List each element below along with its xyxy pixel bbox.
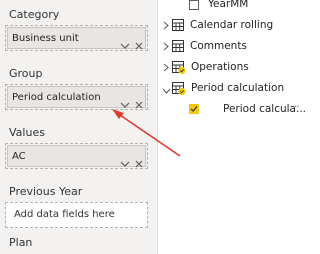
yearmm-checkbox[interactable] [189, 0, 199, 10]
field-item-period-calculation[interactable]: Period calcula... ··· [158, 101, 306, 119]
group-well-label: Group [9, 67, 43, 80]
plan-well-label: Plan [9, 236, 33, 249]
table-item-comments[interactable]: Comments [158, 38, 301, 56]
table-icon [172, 40, 184, 55]
values-well-label: Values [9, 126, 45, 139]
add-data-fields-placeholder: Add data fields here [14, 209, 115, 220]
chevron-right-icon[interactable] [163, 21, 169, 33]
period-calculation-checkbox[interactable] [189, 104, 199, 114]
table-icon [172, 19, 184, 34]
chevron-down-icon[interactable] [120, 35, 130, 54]
category-field-pill[interactable]: Business unit [7, 27, 146, 50]
values-field-name: AC [12, 151, 26, 162]
chevron-right-icon[interactable] [163, 42, 169, 54]
previous-year-well[interactable]: Add data fields here [5, 202, 148, 228]
table-label: Operations [191, 61, 249, 73]
visualization-wells-pane: Category Business unit Group Period calc… [0, 0, 157, 254]
field-label: YearMM [208, 0, 249, 10]
group-field-name: Period calculation [12, 92, 101, 103]
table-in-use-icon [172, 61, 187, 78]
table-label: Comments [190, 40, 247, 52]
remove-field-icon[interactable] [135, 153, 143, 172]
values-well[interactable]: AC [5, 143, 148, 169]
previous-year-well-label: Previous Year [9, 185, 83, 198]
table-label: Period calculation [191, 82, 285, 94]
table-in-use-icon [172, 82, 187, 99]
remove-field-icon[interactable] [135, 35, 143, 54]
more-options-icon[interactable]: ··· [292, 102, 299, 113]
table-item-period-calculation[interactable]: Period calculation [158, 80, 301, 98]
fields-tree-pane: YearMM Calendar rolling Comments Operati… [157, 0, 306, 254]
chevron-down-icon[interactable] [162, 85, 171, 97]
chevron-down-icon[interactable] [120, 94, 130, 113]
category-well[interactable]: Business unit [5, 25, 148, 51]
table-label: Calendar rolling [190, 19, 274, 31]
field-item-yearmm[interactable]: YearMM [158, 0, 301, 14]
table-item-calendar-rolling[interactable]: Calendar rolling [158, 17, 301, 35]
chevron-down-icon[interactable] [120, 153, 130, 172]
table-item-operations[interactable]: Operations [158, 59, 301, 77]
chevron-right-icon[interactable] [163, 63, 169, 75]
category-well-label: Category [9, 8, 60, 21]
category-field-name: Business unit [12, 33, 79, 44]
remove-field-icon[interactable] [135, 94, 143, 113]
group-well[interactable]: Period calculation [5, 84, 148, 110]
values-field-pill[interactable]: AC [7, 145, 146, 168]
group-field-pill[interactable]: Period calculation [7, 86, 146, 109]
